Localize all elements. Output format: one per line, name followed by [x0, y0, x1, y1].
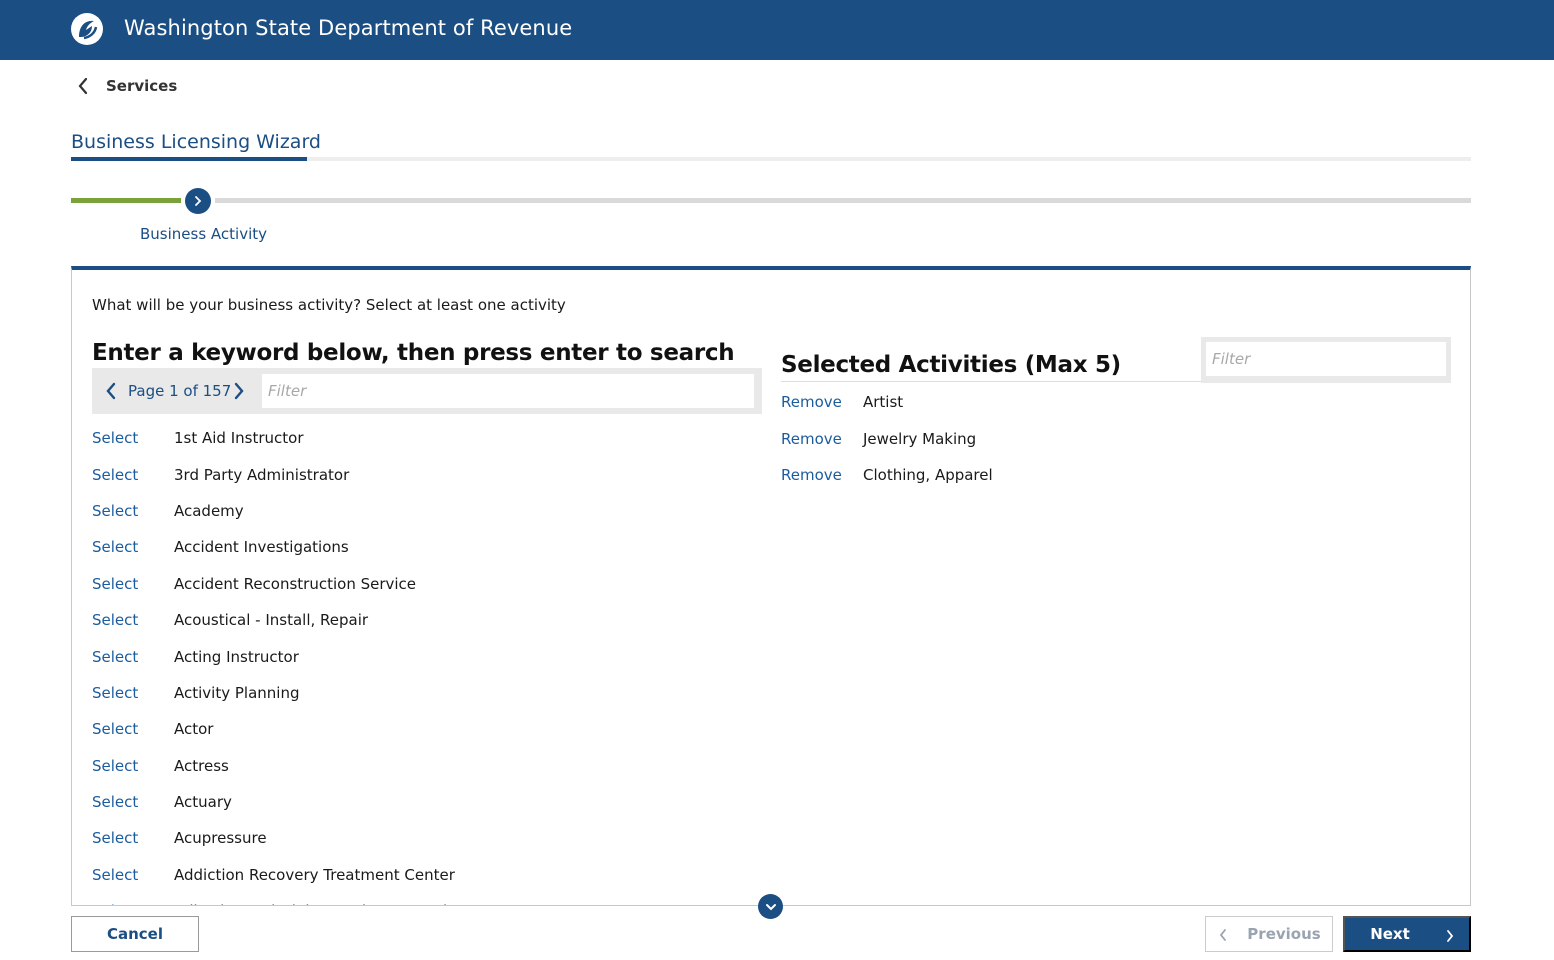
selected-activity-list: Remove Artist Remove Jewelry Making Remove Cl… [781, 384, 1381, 494]
activity-name: Adhesive and Gluing Equipment, Sales [174, 902, 464, 905]
select-activity-link[interactable]: Select [92, 829, 174, 847]
activity-name: Accident Reconstruction Service [174, 574, 417, 593]
chevron-down-icon [765, 903, 776, 910]
step-label-business-activity: Business Activity [140, 225, 268, 243]
activity-name: Actress [174, 756, 229, 775]
activity-name: Accident Investigations [174, 538, 349, 557]
activity-row: Select Actress [92, 748, 762, 784]
remove-activity-link[interactable]: Remove [781, 393, 863, 411]
selected-activity-name: Artist [863, 393, 904, 412]
selected-activity-name: Clothing, Apparel [863, 466, 993, 485]
activity-name: Acupressure [174, 829, 267, 848]
chevron-left-icon [1219, 929, 1226, 941]
select-activity-link[interactable]: Select [92, 684, 174, 702]
activity-name: Addiction Recovery Treatment Center [174, 865, 455, 884]
business-activity-panel: What will be your business activity? Sel… [71, 266, 1471, 906]
activity-row: Select Actor [92, 711, 762, 747]
previous-button-label: Previous [1247, 925, 1321, 943]
selected-activity-name: Jewelry Making [863, 429, 977, 448]
activity-name: Academy [174, 501, 244, 520]
activity-filter-input[interactable] [262, 374, 754, 408]
wizard-title-underline [71, 157, 307, 161]
selected-filter-wrapper [1201, 337, 1451, 383]
chevron-right-icon [1447, 930, 1454, 942]
activity-name: Acting Instructor [174, 647, 299, 666]
divider [781, 381, 1201, 382]
chevron-left-icon [78, 77, 88, 95]
activity-row: SelectAdhesive and Gluing Equipment, Sal… [92, 893, 762, 905]
activity-row: Select Acupressure [92, 820, 762, 856]
top-header-bar: Washington State Department of Revenue [0, 0, 1554, 60]
select-activity-link[interactable]: Select [92, 429, 174, 447]
previous-button[interactable]: Previous [1205, 916, 1333, 952]
remove-activity-link[interactable]: Remove [781, 466, 863, 484]
activity-name: Acoustical - Install, Repair [174, 611, 369, 630]
activity-row: Select Accident Investigations [92, 529, 762, 565]
activity-row: Select Academy [92, 493, 762, 529]
select-activity-link[interactable]: Select [92, 720, 174, 738]
cancel-button[interactable]: Cancel [71, 916, 199, 952]
activity-name: Actor [174, 720, 214, 739]
search-heading: Enter a keyword below, then press enter … [92, 340, 735, 366]
next-button[interactable]: Next [1343, 916, 1471, 952]
select-activity-link[interactable]: Select [92, 902, 174, 905]
selected-activity-row: Remove Artist [781, 384, 1381, 421]
select-activity-link[interactable]: Select [92, 611, 174, 629]
page-indicator: Page 1 of 157 [128, 382, 232, 400]
select-activity-link[interactable]: Select [92, 575, 174, 593]
current-step-indicator [185, 188, 211, 214]
remove-activity-link[interactable]: Remove [781, 430, 863, 448]
back-to-services-link[interactable]: Services [76, 76, 177, 96]
select-activity-link[interactable]: Select [92, 757, 174, 775]
divider [307, 157, 1471, 161]
pager-bar: Page 1 of 157 [92, 368, 762, 414]
activity-row: Select Accident Reconstruction Service [92, 566, 762, 602]
dor-logo-icon[interactable] [70, 12, 104, 46]
activity-row: Select 1st Aid Instructor [92, 420, 762, 456]
selected-activities-heading: Selected Activities (Max 5) [781, 352, 1121, 378]
back-link-label: Services [106, 77, 178, 95]
activity-row: Select Addiction Recovery Treatment Cente… [92, 857, 762, 893]
activity-name: Actuary [174, 793, 232, 812]
activity-name: 3rd Party Administrator [174, 465, 350, 484]
next-button-label: Next [1370, 925, 1410, 943]
activity-row: Select Activity Planning [92, 675, 762, 711]
activity-name: 1st Aid Instructor [174, 429, 304, 448]
activity-row: Select 3rd Party Administrator [92, 456, 762, 492]
activity-list: Select 1st Aid Instructor Select 3rd Party … [92, 420, 762, 905]
selected-activity-row: Remove Jewelry Making [781, 421, 1381, 458]
activity-prompt: What will be your business activity? Sel… [92, 296, 566, 314]
previous-page-icon[interactable] [104, 382, 118, 400]
activity-row: Select Actuary [92, 784, 762, 820]
select-activity-link[interactable]: Select [92, 793, 174, 811]
select-activity-link[interactable]: Select [92, 502, 174, 520]
activity-row: Select Acoustical - Install, Repair [92, 602, 762, 638]
activity-name: Activity Planning [174, 683, 300, 702]
selected-filter-input[interactable] [1206, 342, 1446, 376]
chevron-right-icon [195, 196, 202, 206]
progress-completed-bar [71, 198, 181, 203]
select-activity-link[interactable]: Select [92, 866, 174, 884]
wizard-title: Business Licensing Wizard [71, 131, 321, 153]
select-activity-link[interactable]: Select [92, 466, 174, 484]
select-activity-link[interactable]: Select [92, 538, 174, 556]
selected-activity-row: Remove Clothing, Apparel [781, 457, 1381, 494]
select-activity-link[interactable]: Select [92, 648, 174, 666]
app-title: Washington State Department of Revenue [124, 16, 573, 40]
activity-row: Select Acting Instructor [92, 638, 762, 674]
progress-remaining-bar [215, 198, 1471, 203]
next-page-icon[interactable] [232, 382, 246, 400]
scroll-down-button[interactable] [758, 894, 783, 919]
